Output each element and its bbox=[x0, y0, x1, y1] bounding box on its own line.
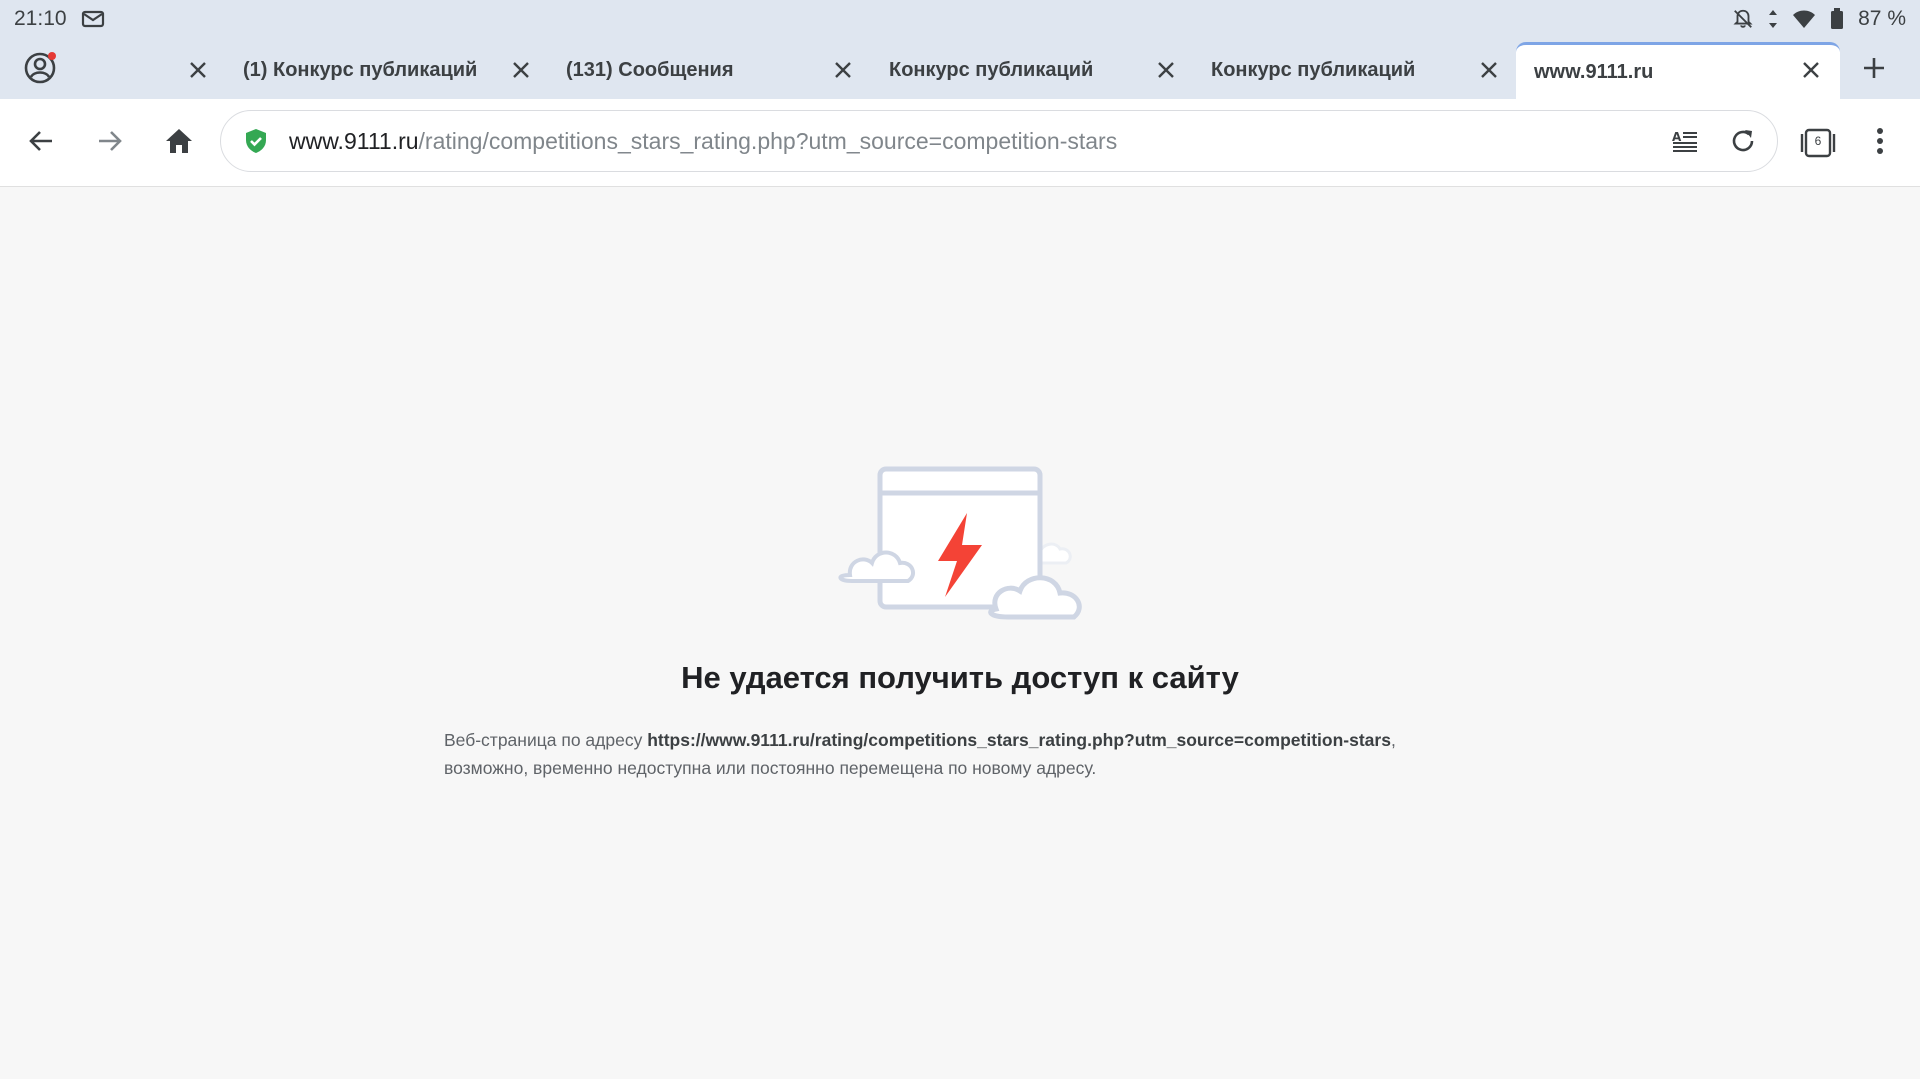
tab-0[interactable] bbox=[80, 42, 222, 99]
reader-mode-icon[interactable]: A bbox=[1663, 119, 1707, 163]
status-time: 21:10 bbox=[14, 7, 67, 30]
new-tab-button[interactable] bbox=[1854, 50, 1894, 90]
menu-button[interactable] bbox=[1856, 119, 1904, 167]
reload-icon[interactable] bbox=[1721, 119, 1765, 163]
mail-icon bbox=[81, 9, 105, 29]
close-icon[interactable] bbox=[507, 56, 535, 84]
status-bar: 21:10 87 % bbox=[0, 0, 1920, 38]
close-icon[interactable] bbox=[1475, 56, 1503, 84]
home-button[interactable] bbox=[155, 119, 203, 167]
svg-text:A: A bbox=[1672, 130, 1682, 144]
back-button[interactable] bbox=[17, 119, 65, 167]
url-host: www.9111.ru bbox=[289, 127, 419, 154]
wifi-icon bbox=[1792, 9, 1816, 29]
close-icon[interactable] bbox=[184, 56, 212, 84]
arrow-left-icon bbox=[27, 127, 55, 160]
error-description: Веб-страница по адресу https://www.9111.… bbox=[444, 726, 1484, 782]
forward-button[interactable] bbox=[86, 119, 134, 167]
error-desc-prefix: Веб-страница по адресу bbox=[444, 730, 648, 750]
plus-icon bbox=[1862, 56, 1886, 85]
notification-dot bbox=[48, 52, 56, 60]
bell-off-icon bbox=[1732, 8, 1754, 30]
tab-1[interactable]: (1) Конкурс публикаций bbox=[243, 42, 543, 99]
error-desc-url: https://www.9111.ru/rating/competitions_… bbox=[647, 730, 1391, 750]
tab-label: (1) Конкурс публикаций bbox=[243, 59, 478, 81]
tab-2[interactable]: (131) Сообщения bbox=[566, 42, 866, 99]
tab-count: 6 bbox=[1814, 134, 1822, 148]
home-icon bbox=[164, 126, 194, 161]
tab-switcher-button[interactable]: 6 bbox=[1794, 119, 1842, 167]
tab-label: (131) Сообщения bbox=[566, 59, 734, 81]
url-text[interactable]: www.9111.ru/rating/competitions_stars_ra… bbox=[289, 128, 1663, 155]
signal-icon bbox=[1768, 8, 1778, 30]
tab-label: www.9111.ru bbox=[1534, 60, 1654, 83]
tab-3[interactable]: Конкурс публикаций bbox=[889, 42, 1189, 99]
error-illustration bbox=[830, 465, 1090, 635]
arrow-right-icon bbox=[96, 127, 124, 160]
tab-strip: (1) Конкурс публикаций (131) Сообщения К… bbox=[0, 38, 1920, 99]
battery-level: 87 % bbox=[1858, 7, 1906, 30]
shield-check-icon[interactable] bbox=[243, 128, 269, 154]
close-icon[interactable] bbox=[1152, 56, 1180, 84]
tabs-icon: 6 bbox=[1800, 128, 1836, 158]
tab-label: Конкурс публикаций bbox=[1211, 59, 1416, 81]
tab-label: Конкурс публикаций bbox=[889, 59, 1094, 81]
tab-5[interactable]: www.9111.ru bbox=[1516, 42, 1840, 99]
close-icon[interactable] bbox=[829, 56, 857, 84]
tab-4[interactable]: Конкурс публикаций bbox=[1211, 42, 1511, 99]
toolbar: www.9111.ru/rating/competitions_stars_ra… bbox=[0, 99, 1920, 187]
error-title: Не удается получить доступ к сайту bbox=[681, 660, 1239, 695]
profile-button[interactable] bbox=[20, 50, 60, 90]
battery-icon bbox=[1830, 8, 1844, 30]
address-bar[interactable]: www.9111.ru/rating/competitions_stars_ra… bbox=[220, 110, 1778, 172]
close-icon[interactable] bbox=[1797, 56, 1825, 84]
more-vertical-icon bbox=[1876, 127, 1884, 160]
url-path: /rating/competitions_stars_rating.php?ut… bbox=[418, 127, 1118, 154]
